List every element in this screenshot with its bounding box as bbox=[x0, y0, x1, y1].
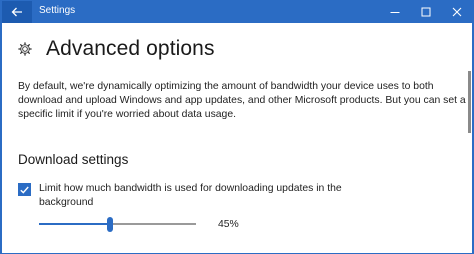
close-icon bbox=[452, 7, 461, 17]
download-settings-heading: Download settings bbox=[18, 152, 129, 167]
settings-window: Settings Advanced options By default, we… bbox=[1, 0, 473, 254]
limit-bandwidth-checkbox[interactable] bbox=[18, 183, 31, 196]
description-text: By default, we're dynamically optimizing… bbox=[18, 81, 466, 120]
gear-icon bbox=[18, 42, 32, 56]
maximize-button[interactable] bbox=[410, 1, 441, 23]
maximize-icon bbox=[421, 7, 430, 17]
slider-track-fill bbox=[39, 223, 110, 225]
scrollbar-thumb[interactable] bbox=[468, 71, 471, 133]
window-title: Settings bbox=[39, 5, 76, 16]
limit-bandwidth-label[interactable]: Limit how much bandwidth is used for dow… bbox=[39, 182, 369, 210]
slider-value: 45% bbox=[218, 219, 239, 230]
checkmark-icon bbox=[20, 186, 29, 194]
slider-thumb[interactable] bbox=[107, 217, 113, 232]
title-bar: Settings bbox=[2, 1, 472, 23]
close-button[interactable] bbox=[441, 1, 472, 23]
window-controls bbox=[379, 1, 472, 23]
back-button[interactable] bbox=[2, 1, 32, 23]
page-header: Advanced options bbox=[18, 37, 215, 61]
scrollbar[interactable] bbox=[465, 67, 472, 253]
arrow-left-icon bbox=[11, 7, 22, 17]
minimize-icon bbox=[390, 12, 399, 13]
bandwidth-slider[interactable] bbox=[39, 217, 196, 233]
minimize-button[interactable] bbox=[379, 1, 410, 23]
page-title: Advanced options bbox=[46, 37, 215, 60]
